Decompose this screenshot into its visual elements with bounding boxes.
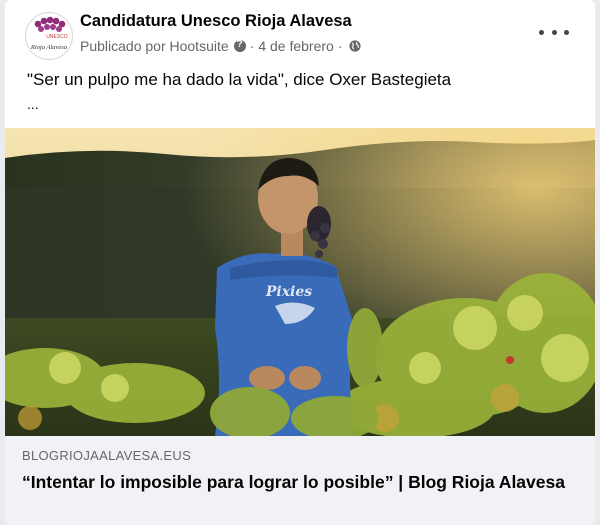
see-more-ellipsis[interactable]: ... <box>27 96 39 112</box>
avatar[interactable]: UNESCO Rioja Alavesa <box>25 12 73 60</box>
more-horizontal-icon <box>551 29 557 35</box>
link-title[interactable]: “Intentar lo imposible para lograr lo po… <box>22 470 582 494</box>
link-preview[interactable]: BLOGRIOJAALAVESA.EUS “Intentar lo imposi… <box>5 436 595 525</box>
question-circle-icon[interactable] <box>233 39 246 52</box>
more-horizontal-icon <box>564 29 569 35</box>
published-by: Publicado por Hootsuite <box>80 38 229 54</box>
globe-icon[interactable] <box>348 40 361 52</box>
page-name-link[interactable]: Candidatura Unesco Rioja Alavesa <box>80 12 352 31</box>
meta-separator: · <box>337 38 343 54</box>
vineyard-photo: Pixies <box>5 128 595 436</box>
post-date-link[interactable]: 4 de febrero <box>258 38 334 54</box>
avatar-logo-icon: UNESCO Rioja Alavesa <box>30 16 68 51</box>
post-card: UNESCO Rioja Alavesa Candidatura Unesco … <box>5 0 595 525</box>
shirt-text: Pixies <box>265 284 312 300</box>
avatar-text: Rioja Alavesa <box>30 44 67 51</box>
more-horizontal-icon <box>539 29 544 35</box>
post-photo[interactable]: Pixies <box>5 128 595 436</box>
meta-separator: · <box>249 38 255 54</box>
avatar-small-text: UNESCO <box>46 34 68 40</box>
link-domain: BLOGRIOJAALAVESA.EUS <box>22 448 192 463</box>
post-meta: Publicado por Hootsuite · 4 de febrero · <box>80 38 361 54</box>
post-header: UNESCO Rioja Alavesa Candidatura Unesco … <box>5 0 595 70</box>
post-text: "Ser un pulpo me ha dado la vida", dice … <box>27 70 452 89</box>
more-options-button[interactable] <box>539 22 569 42</box>
